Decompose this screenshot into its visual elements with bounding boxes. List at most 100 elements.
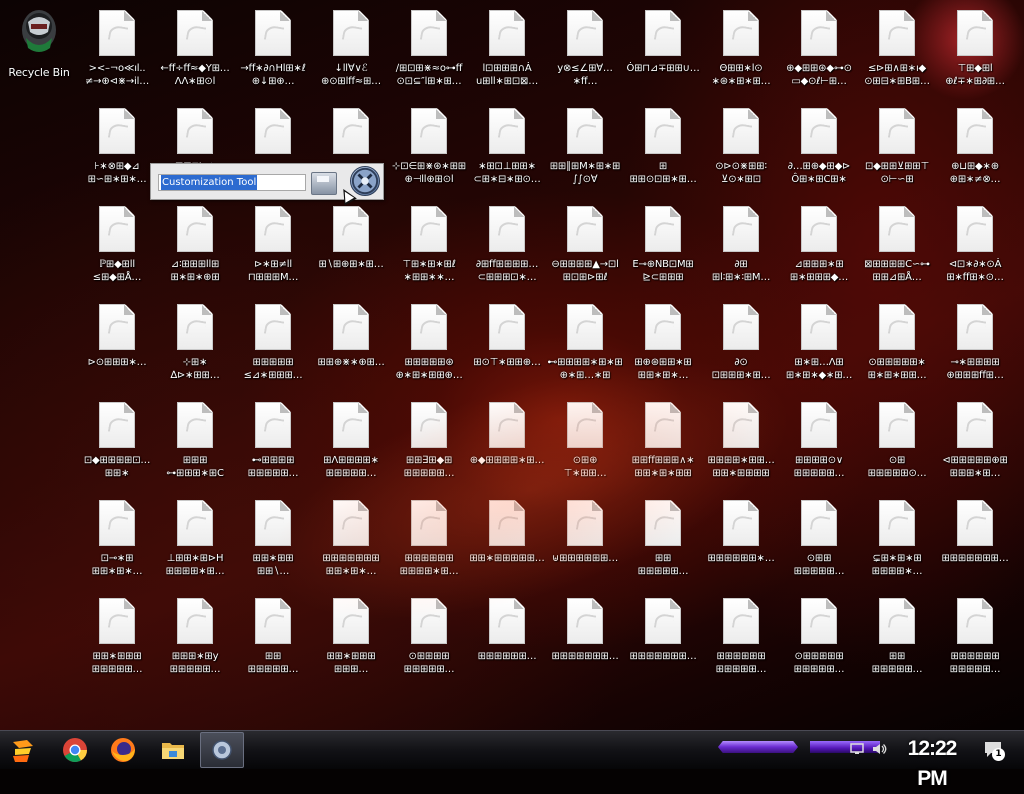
desktop-file-icon[interactable]: ⊤⊞◆⊞l ⊕ℓ∓∗⊞∂⊞… xyxy=(937,8,1013,88)
desktop-file-icon[interactable]: Ȯ⊞⊓⊿∓⊞⊞∪… xyxy=(625,8,701,88)
desktop-file-icon[interactable]: ⊞⊞⊞ ⊶⊞⊞⊞∗⊞C xyxy=(157,400,233,480)
desktop-file-icon[interactable]: ⊥⊞⊞∗⊞⊳H ⊞⊞⊞⊞∗⊞… xyxy=(157,498,233,578)
taskbar-clock[interactable]: 12:22 PM xyxy=(896,734,968,790)
desktop-file-icon[interactable]: ⊿∶⊞⊞⊞ll⊞ ⊞∗⊞∗⊕⊞ xyxy=(157,204,233,284)
network-icon[interactable] xyxy=(850,742,866,756)
desktop-file-icon[interactable]: ⊞Λ⊞⊞⊞⊞∗ ⊞⊞⊞⊞⊞… xyxy=(313,400,389,480)
document-icon xyxy=(723,402,759,448)
desktop-file-icon[interactable]: ⊙⊞⊞ ⊞⊞⊞⊞⊞… xyxy=(781,498,857,578)
desktop-file-icon[interactable]: ⊞⊞ ⊞⊞⊞⊞⊞… xyxy=(859,596,935,676)
desktop-file-icon[interactable]: ⊞⊞ ⊞⊞⊞⊞⊞… xyxy=(235,596,311,676)
desktop-file-icon[interactable]: ⊞⊞∗⊞⊞⊞ ⊞⊞⊞⊞⊞… xyxy=(79,596,155,676)
desktop-file-icon[interactable]: ⊕◆⊞⊞⊛◆⊶⊙ ▭◆⊙ℓ⊢⊞… xyxy=(781,8,857,88)
desktop-file-icon[interactable]: ⊡⊸∗⊞ ⊞⊞∗⊞∗… xyxy=(79,498,155,578)
desktop-file-icon[interactable]: ⊞∗⊞…Λ⊞ ⊞∗⊞∗◆∗⊞… xyxy=(781,302,857,382)
desktop-file-icon[interactable]: ⊕◆⊞⊞⊞⊞∗⊞… xyxy=(469,400,545,480)
desktop-file-icon[interactable]: ⊞⊞⊞⊞⊞⊞⊞ ⊞⊞∗⊞∗… xyxy=(313,498,389,578)
desktop-file-icon[interactable]: ⊡◆⊞⊞⊞⊞⊡… ⊞⊞∗ xyxy=(79,400,155,480)
firefox-button[interactable] xyxy=(108,735,138,765)
desktop-file-icon[interactable]: ⊖⊞⊞⊞⊞▲→⊡l ⊞⊡⊞⊳⊞ℓ xyxy=(547,204,623,284)
desktop-file-icon[interactable]: ⊞⊞⊞⊞⊞⊞⊞… xyxy=(625,596,701,676)
desktop-file-icon[interactable]: ⊞⊞⊞⊞⊞⊞⊞… xyxy=(937,498,1013,578)
desktop-file-icon[interactable]: ⊿⊞⊞⊞∗⊞ ⊞∗⊞⊞⊞◆… xyxy=(781,204,857,284)
desktop-file-icon[interactable]: l⊡⊞⊞⊞∩Ȧ u⊞ll∗⊞⊡⊠… xyxy=(469,8,545,88)
desktop-file-icon[interactable]: ⊙⊞⊕ ⊤∗⊞⊞… xyxy=(547,400,623,480)
desktop-file-icon[interactable]: ⊞⊞⊞⊞⊞⊞ ⊞⊞⊞⊞⊞… xyxy=(937,596,1013,676)
desktop-file-icon[interactable]: ⊙⊳⊙⋇⊞⊞∶ ⊻⊙∗⊞⊡ xyxy=(703,106,779,186)
desktop-file-icon[interactable]: ⊞⊞∃⊞◆⊞ ⊞⊞⊞⊞⊞… xyxy=(391,400,467,480)
desktop-file-icon[interactable]: ⊞⊞⊞∗⊞y ⊞⊞⊞⊞⊞… xyxy=(157,596,233,676)
desktop-file-icon[interactable]: ⊦∗⊗⊞◆⊿ ⊞∽⊞∗⊞∗… xyxy=(79,106,155,186)
desktop-file-icon[interactable]: ⊳∗⊞≠ll ⊓⊞⊞⊞M… xyxy=(235,204,311,284)
desktop-file-icon[interactable]: ⊞∖⊞⊕⊞∗⊞… xyxy=(313,204,389,284)
desktop-file-icon[interactable]: ⊞⊞ff⊞⊞⊞∧∗ ⊞⊞∗⊞∗⊞⊞ xyxy=(625,400,701,480)
desktop-file-icon[interactable]: ⊞⊞⊞⊞⊙∨ ⊞⊞⊞⊞⊞… xyxy=(781,400,857,480)
customization-tool-icon[interactable] xyxy=(350,166,380,196)
volume-icon[interactable] xyxy=(872,742,888,756)
desktop-file-icon[interactable]: ⊞⊞⊞⊞⊞⊞ ⊞⊞⊞⊞⊞… xyxy=(703,596,779,676)
desktop-file-icon[interactable]: ⊞⊞⊞⊞⊞⊞∗… xyxy=(703,498,779,578)
desktop-file-icon[interactable]: ⊞⊕⊛⊞⊞∗⊞ ⊞⊞∗⊞∗… xyxy=(625,302,701,382)
desktop-file-icon[interactable]: ∂⊞ff⊞⊞⊞⊞… ⊂⊞⊞⊞⊡∗… xyxy=(469,204,545,284)
desktop-file-icon[interactable]: ⊤⊞∗⊞∗⊞ℓ ∗⊞⊞∗∗… xyxy=(391,204,467,284)
desktop-file-icon[interactable]: ⊹⊞∗ ∆⊳∗⊞⊞… xyxy=(157,302,233,382)
desktop-file-icon[interactable]: ↓ll∀∨ℰ ⊕⊙⊞lff≈⊞… xyxy=(313,8,389,88)
desktop-file-icon[interactable]: ⊊⊞∗⊞∗⊞ ⊞⊞⊞⊞∗… xyxy=(859,498,935,578)
rename-input[interactable]: Customization Tool xyxy=(158,174,306,191)
desktop-file-icon[interactable]: ⊳⊙⊞⊞⊞∗… xyxy=(79,302,155,382)
desktop-file-icon[interactable]: ∗⊞⊡⊥⊞⊞∗ ⊂⊞∗⊟∗⊞⊙… xyxy=(469,106,545,186)
desktop-file-icon[interactable]: E⊸⊕NB⊡M⊞ ⊵⊂⊞⊞⊞ xyxy=(625,204,701,284)
customization-tool-taskbar-button[interactable] xyxy=(200,732,244,768)
desktop-file-icon[interactable]: →ff∗∂∩Hl⊞∗ℓ ⊕↓⊞⊕… xyxy=(235,8,311,88)
desktop-file-icon[interactable]: ∂⊞ ⊞l∶⊞∗∶⊞M… xyxy=(703,204,779,284)
desktop-file-icon[interactable]: ⊞⊞∥⊞M∗⊞∗⊞ ∫∫⊙∀ xyxy=(547,106,623,186)
desktop-file-icon[interactable]: ⊙⊞⊞⊞⊞⊞∗ ⊞∗⊞∗⊞⊞… xyxy=(859,302,935,382)
desktop-file-icon[interactable]: ←ff÷ff≈◆Y⊞… ΛΛ∗⊞⊙l xyxy=(157,8,233,88)
desktop-file-icon[interactable]: y⊗≤∠⊞∀…∗ff… xyxy=(547,8,623,88)
desktop-file-icon[interactable]: ⊡◆⊞⊞⊻⊞⊞⊤ ⊙⊢∽⊞ xyxy=(859,106,935,186)
desktop-file-icon[interactable]: ≤⊳⊞∧⊞∗ı◆ ⊙⊞⊟∗⊞B⊞… xyxy=(859,8,935,88)
desktop-file-icon[interactable]: ⊠⊞⊞⊞⊞C∽⊶ ⊞⊞⊿⊞Å… xyxy=(859,204,935,284)
desktop-file-icon[interactable]: ⊕⊔⊞◆∗⊕ ⊕⊞∗≠⊗… xyxy=(937,106,1013,186)
desktop-file-icon[interactable]: ⊞⊞∗⊞⊞⊞⊞⊞… xyxy=(469,498,545,578)
desktop-file-label: ⊖⊞⊞⊞⊞▲→⊡l ⊞⊡⊞⊳⊞ℓ xyxy=(551,259,619,283)
desktop-file-icon[interactable]: ⊎⊞⊞⊞⊞⊞⊞… xyxy=(547,498,623,578)
desktop-file-icon[interactable]: ⊙⊞⊞⊞⊞ ⊞⊞⊞⊞⊞… xyxy=(391,596,467,676)
desktop-file-icon[interactable]: ⊷⊞⊞⊞⊞∗⊞∗⊞ ⊕∗⊞…∗⊞ xyxy=(547,302,623,382)
desktop-file-icon[interactable]: ℙ⊞◆⊞ll ≤⊞◆⊞Å… xyxy=(79,204,155,284)
desktop-file-label: ⊞⊞ff⊞⊞⊞∧∗ ⊞⊞∗⊞∗⊞⊞ xyxy=(631,455,695,479)
desktop-file-icon[interactable]: ⊲⊞⊞⊞⊞⊞⊕⊞ ⊞⊞⊞∗⊞… xyxy=(937,400,1013,480)
desktop-file-icon[interactable]: ⊙⊞⊞⊞⊞⊞ ⊞⊞⊞⊞⊞… xyxy=(781,596,857,676)
desktop-file-icon[interactable]: ><–¬o≪ıl.. ≠→⊕⊲⋇→il… xyxy=(79,8,155,88)
document-icon xyxy=(801,500,837,546)
desktop-file-icon[interactable]: ⊞⊞⊞⊞⊞⊞… xyxy=(469,596,545,676)
desktop-file-icon[interactable]: ⊞⊞ ⊞⊞⊞⊞⊞… xyxy=(625,498,701,578)
desktop-file-icon[interactable]: ⊞ ⊞⊞⊙⊡⊞∗⊞… xyxy=(625,106,701,186)
desktop-file-icon[interactable]: ∂⊙ ⊡⊞⊞⊞∗⊞… xyxy=(703,302,779,382)
document-icon xyxy=(957,500,993,546)
desktop-file-icon[interactable]: ⊞⊞⊞⊞⊞⊛ ⊕∗⊞∗⊞⊞⊕… xyxy=(391,302,467,382)
desktop-file-icon[interactable]: ∂…⊞⊕◆⊞◆⊳ Ô⊞∗⊞C⊞∗ xyxy=(781,106,857,186)
desktop-file-icon[interactable]: ⊲⊡∗∂∗⊙Ȧ ⊞∗ff⊞∗⊙… xyxy=(937,204,1013,284)
desktop-file-icon[interactable]: ⊞⊞⊞⊞⊞⊞⊞… xyxy=(547,596,623,676)
desktop-file-icon[interactable]: ⊸∗⊞⊞⊞⊞ ⊕⊞⊞⊞ff⊞… xyxy=(937,302,1013,382)
chrome-button[interactable] xyxy=(60,735,90,765)
desktop-file-icon[interactable]: Θ⊞⊞∗l⊙ ∗⊛∗⊞∗⊞… xyxy=(703,8,779,88)
desktop-file-icon[interactable]: ⊞⊞⊕⋇∗⊕⊞… xyxy=(313,302,389,382)
file-explorer-button[interactable] xyxy=(158,735,188,765)
recycle-bin-icon[interactable]: Recycle Bin xyxy=(1,8,77,80)
desktop-file-icon[interactable]: ⊞⊞⊞⊞⊞⊞ ⊞⊞⊞⊞∗⊞… xyxy=(391,498,467,578)
desktop-file-icon[interactable]: ⊞⊞∗⊞⊞ ⊞⊞∖… xyxy=(235,498,311,578)
desktop-file-label: ⊤⊞◆⊞l ⊕ℓ∓∗⊞∂⊞… xyxy=(945,63,1005,87)
desktop-file-icon[interactable]: ⊹⊡∈⊞⋇⊛∗⊞⊞ ⊕⊣ll⊕⊞⊙l xyxy=(391,106,467,186)
desktop[interactable]: Recycle Bin ><–¬o≪ıl.. ≠→⊕⊲⋇→il… ←ff÷ff≈◆… xyxy=(0,0,1024,730)
desktop-file-icon[interactable]: ∕⊞⊡⊞⋇≈o⊶ff ⊙⊡⊆″l⊞∗⊞… xyxy=(391,8,467,88)
desktop-file-icon[interactable]: ⊞⊞⊞⊞∗⊞⊞… ⊞⊞∗⊞⊞⊞⊞ xyxy=(703,400,779,480)
desktop-file-icon[interactable]: ⊞⊙⊤∗⊞⊞⊕… xyxy=(469,302,545,382)
start-button[interactable] xyxy=(8,735,38,765)
desktop-file-icon[interactable]: ⊞⊞⊞⊞⊞ ≤⊿∗⊞⊞⊞… xyxy=(235,302,311,382)
desktop-file-icon[interactable]: ⊷⊞⊞⊞⊞ ⊞⊞⊞⊞⊞… xyxy=(235,400,311,480)
desktop-file-icon[interactable]: ⊙⊞ ⊞⊞⊞⊞⊞⊙… xyxy=(859,400,935,480)
desktop-file-icon[interactable]: ⊞⊞∗⊞⊞⊞ ⊞⊞⊞… xyxy=(313,596,389,676)
save-icon[interactable] xyxy=(311,172,337,195)
